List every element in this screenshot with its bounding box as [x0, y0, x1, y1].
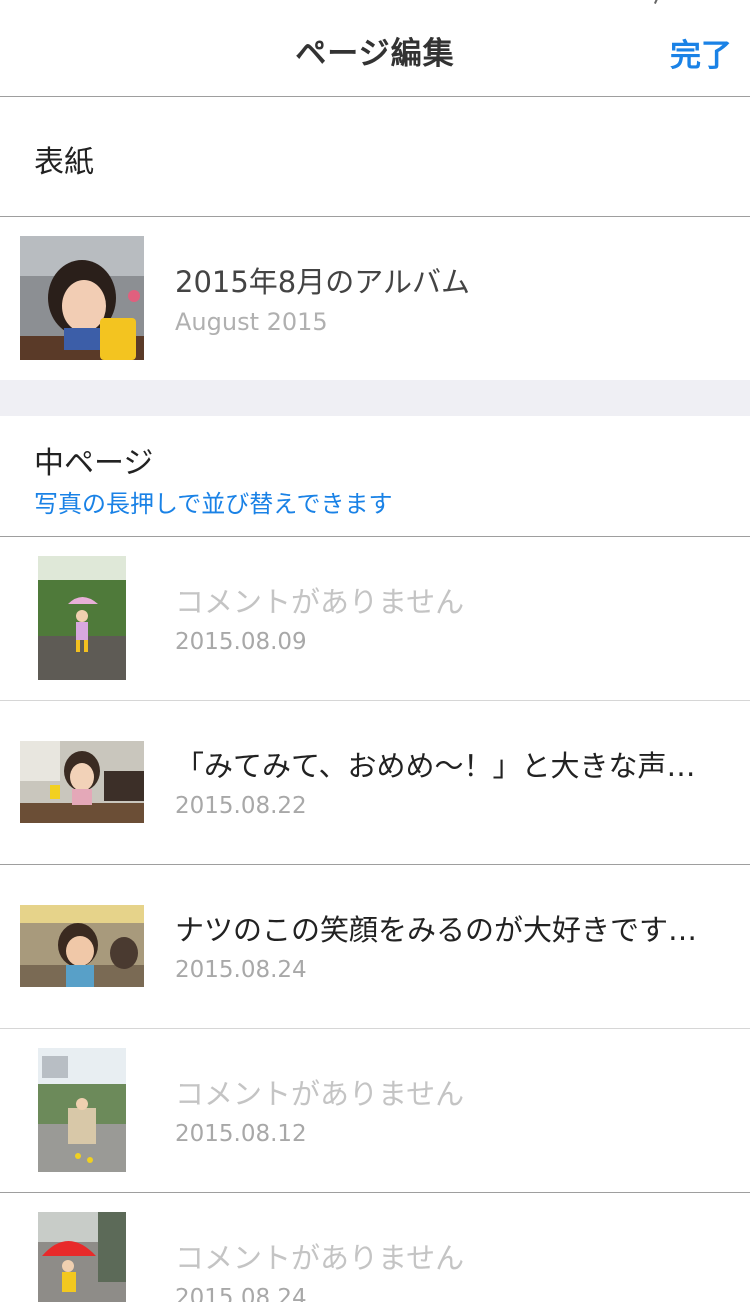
page-date: 2015.08.09: [175, 629, 307, 655]
page-comment: ナツのこの笑顔をみるのが大好きです…: [175, 913, 698, 947]
cover-row[interactable]: 2015年8月のアルバム August 2015: [0, 217, 750, 380]
page-row[interactable]: ナツのこの笑顔をみるのが大好きです… 2015.08.24: [0, 865, 750, 1028]
cover-photo-thumbnail[interactable]: [20, 236, 144, 360]
reorder-hint: 写真の長押しで並び替えできます: [34, 490, 393, 518]
page-date: 2015.08.24: [175, 957, 307, 983]
page-photo-thumbnail[interactable]: [38, 556, 126, 680]
done-button[interactable]: 完了: [670, 30, 732, 75]
pages-section-label: 中ページ: [34, 446, 154, 481]
page-row[interactable]: 「みてみて、おめめ〜！」と大きな声… 2015.08.22: [0, 701, 750, 864]
page-date: 2015.08.24: [175, 1285, 307, 1302]
cover-section-label: 表紙: [34, 145, 94, 180]
page-photo-thumbnail[interactable]: [38, 1212, 126, 1302]
page-photo-thumbnail[interactable]: [20, 905, 144, 987]
page-date: 2015.08.12: [175, 1121, 307, 1147]
page-title: ページ編集: [295, 36, 455, 72]
page-photo-thumbnail[interactable]: [20, 741, 144, 823]
page-comment: 「みてみて、おめめ〜！」と大きな声…: [175, 749, 696, 783]
page-comment: コメントがありません: [175, 1241, 465, 1275]
status-bar-fragment: [653, 0, 661, 4]
page-date: 2015.08.22: [175, 793, 307, 819]
cover-section-header: 表紙: [0, 97, 750, 216]
page-row[interactable]: コメントがありません 2015.08.12: [0, 1029, 750, 1192]
page-comment: コメントがありません: [175, 1077, 465, 1111]
pages-section-header: 中ページ 写真の長押しで並び替えできます: [0, 416, 750, 536]
album-title: 2015年8月のアルバム: [175, 265, 470, 299]
page-row[interactable]: コメントがありません 2015.08.09: [0, 537, 750, 700]
page-comment: コメントがありません: [175, 585, 465, 619]
album-subtitle: August 2015: [175, 308, 328, 336]
page-photo-thumbnail[interactable]: [38, 1048, 126, 1172]
page-row[interactable]: コメントがありません 2015.08.24: [0, 1193, 750, 1302]
navigation-bar: ページ編集 完了: [0, 0, 750, 96]
section-separator: [0, 380, 750, 416]
